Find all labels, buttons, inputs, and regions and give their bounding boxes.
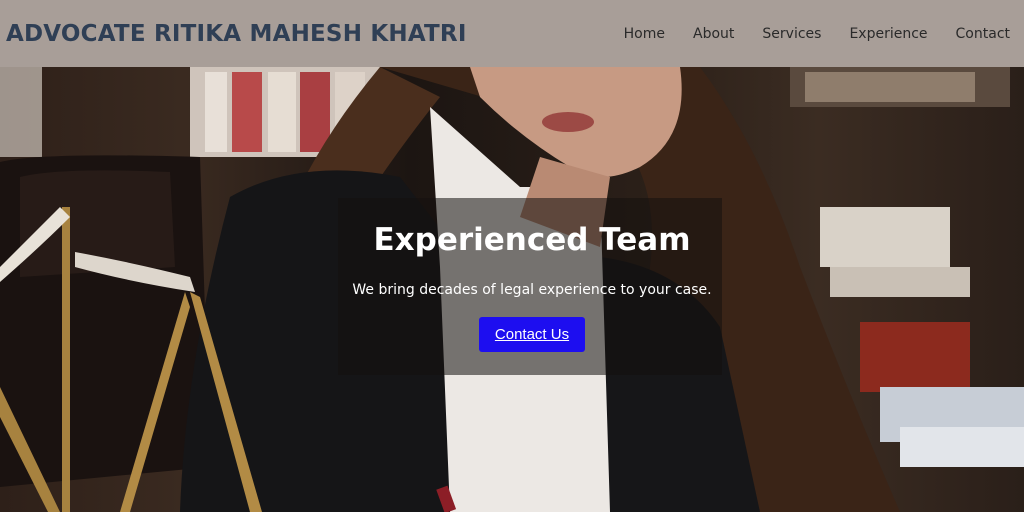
- contact-us-button[interactable]: Contact Us: [479, 317, 585, 352]
- hero-subtitle: We bring decades of legal experience to …: [352, 282, 712, 298]
- hero-section: Experienced Team We bring decades of leg…: [0, 67, 1024, 512]
- hero-content: Experienced Team We bring decades of leg…: [300, 222, 764, 352]
- nav-link-contact[interactable]: Contact: [956, 26, 1010, 42]
- nav-link-home[interactable]: Home: [624, 26, 665, 42]
- site-brand[interactable]: ADVOCATE RITIKA MAHESH KHATRI: [6, 21, 467, 47]
- nav-menu: Home About Services Experience Contact: [624, 26, 1010, 42]
- paper-stack: [820, 207, 950, 267]
- hero-title: Experienced Team: [373, 222, 691, 258]
- nav-link-about[interactable]: About: [693, 26, 734, 42]
- nav-link-services[interactable]: Services: [762, 26, 821, 42]
- navbar: ADVOCATE RITIKA MAHESH KHATRI Home About…: [0, 0, 1024, 67]
- nav-link-experience[interactable]: Experience: [849, 26, 927, 42]
